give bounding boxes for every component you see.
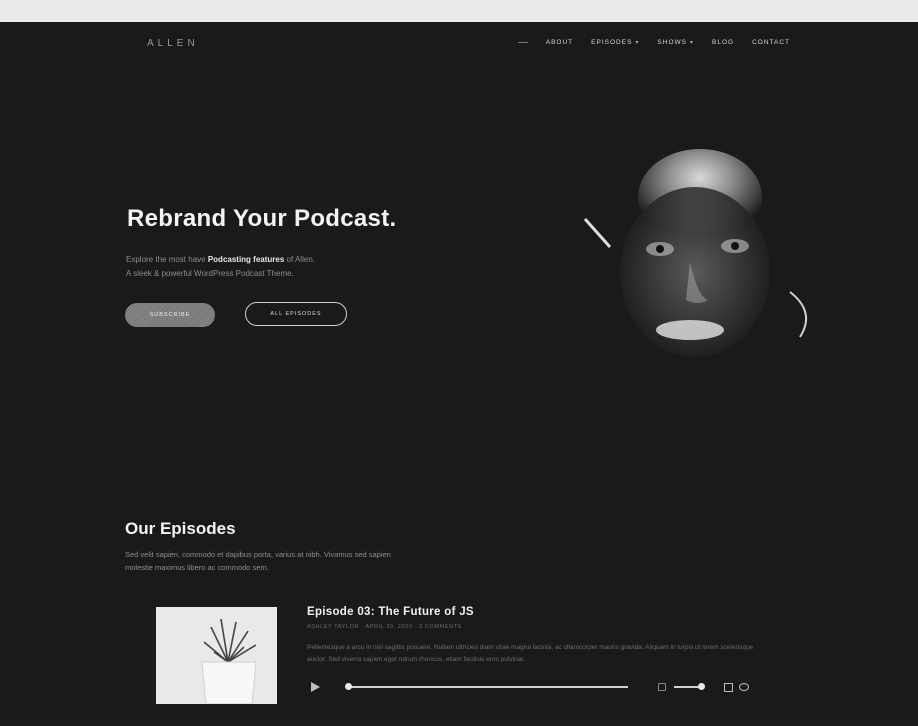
nav-item-shows[interactable]: Shows ▾ (657, 39, 694, 46)
download-icon[interactable] (724, 682, 733, 692)
home-indicator-icon (517, 42, 528, 43)
episodes-section-title: Our Episodes (125, 519, 236, 538)
chevron-down-icon: ▾ (635, 40, 640, 46)
play-icon[interactable] (311, 682, 320, 692)
nav-item-blog[interactable]: Blog (712, 39, 734, 46)
page: ALLEN About Episodes ▾ Shows ▾ Blog Contac… (0, 22, 918, 726)
nav-item-contact[interactable]: Contact (752, 39, 790, 46)
nav-item-home[interactable] (517, 42, 528, 43)
audio-player (311, 679, 763, 695)
all-episodes-button[interactable]: All Episodes (245, 302, 347, 326)
site-logo[interactable]: ALLEN (147, 38, 199, 49)
episode-excerpt: Pellentesque a arcu in nisi sagittis pos… (307, 644, 754, 663)
main-nav: About Episodes ▾ Shows ▾ Blog Contact (517, 39, 790, 46)
episode-thumbnail-image[interactable] (156, 607, 277, 704)
volume-slider[interactable] (674, 683, 705, 690)
nav-item-about[interactable]: About (546, 39, 573, 46)
hero-title: Rebrand Your Podcast. (127, 205, 397, 232)
volume-icon[interactable] (658, 683, 666, 691)
episode-meta: ASHLEY TAYLOR · APRIL 30, 2020 · 3 COMME… (307, 624, 462, 630)
volume-handle[interactable] (698, 683, 705, 690)
progress-handle[interactable] (345, 683, 352, 690)
hero-description: Explore the most have Podcasting feature… (126, 255, 315, 278)
view-icon[interactable] (739, 683, 749, 691)
progress-slider[interactable] (345, 683, 628, 690)
hero-portrait-image (583, 149, 808, 357)
episode-title[interactable]: Episode 03: The Future of JS (307, 606, 474, 618)
nav-item-episodes[interactable]: Episodes ▾ (591, 39, 639, 46)
chevron-down-icon: ▾ (689, 40, 694, 46)
episodes-section-description: Sed velit sapien, commodo et dapibus por… (125, 550, 391, 572)
browser-top-strip (0, 0, 918, 22)
subscribe-button[interactable]: Subscribe (125, 303, 215, 327)
